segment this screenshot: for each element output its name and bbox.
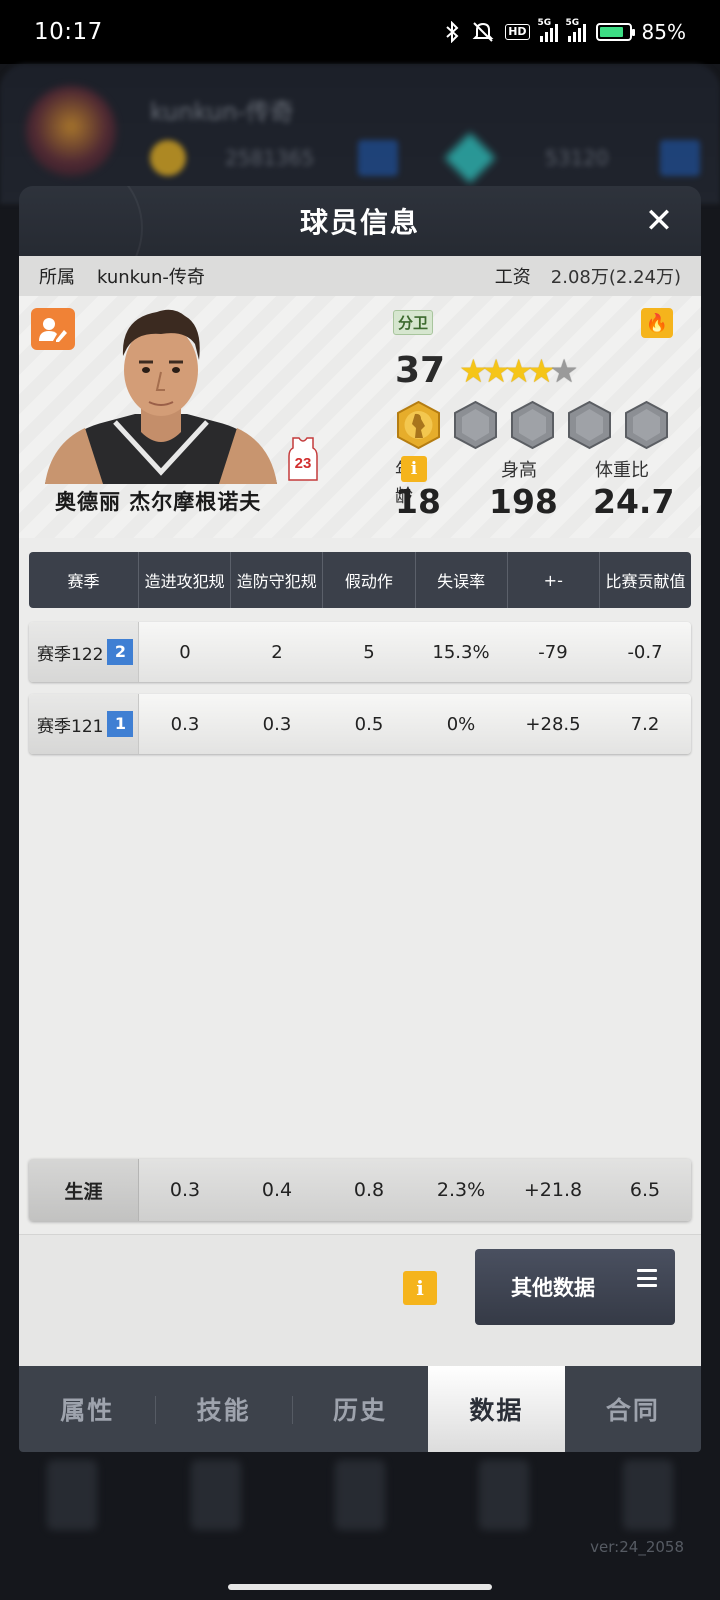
- player-info-modal: 球员信息 ✕ 所属 kunkun-传奇 工资 2.08万(2.24万) 23 奥…: [19, 186, 701, 1452]
- table-cell: 2: [271, 641, 283, 663]
- home-indicator[interactable]: [228, 1584, 492, 1590]
- tab-data[interactable]: 数据: [428, 1366, 565, 1452]
- modal-body: 所属 kunkun-传奇 工资 2.08万(2.24万) 23 奥德丽 杰尔摩根…: [19, 256, 701, 1366]
- season-number-badge: 2: [107, 639, 134, 665]
- battery-icon: [595, 23, 635, 41]
- age-value: 18: [395, 482, 441, 521]
- other-data-label: 其他数据: [511, 1276, 595, 1300]
- mute-icon: [471, 20, 495, 44]
- table-cell: 5: [363, 641, 375, 663]
- star-empty-icon: ★: [549, 352, 579, 390]
- career-cell: +21.8: [523, 1179, 583, 1201]
- table-header-cell: 假动作: [323, 552, 416, 608]
- jersey-icon: 23: [288, 437, 318, 481]
- table-header-cell: 造进攻犯规: [139, 552, 232, 608]
- close-icon[interactable]: ✕: [639, 201, 679, 241]
- status-icons: HD 5G 5G 85%: [443, 18, 686, 44]
- team-logo-icon: [26, 86, 116, 176]
- salary-value: 2.08万(2.24万): [550, 267, 681, 288]
- height-value: 198: [489, 482, 558, 521]
- skill-slot-locked-icon[interactable]: [623, 400, 670, 450]
- tab-skills[interactable]: 技能: [155, 1366, 291, 1452]
- table-cell: 7.2: [630, 713, 660, 735]
- table-cell: 0: [179, 641, 191, 663]
- weight-ratio-label: 体重比: [595, 460, 649, 481]
- player-card: 23 奥德丽 杰尔摩根诺夫 分卫 🔥 37 ★ ★ ★ ★ ★ 龄 i 身高 体…: [19, 296, 701, 538]
- skill-slot-locked-icon[interactable]: [509, 400, 556, 450]
- table-cell: 0.3: [262, 713, 292, 735]
- status-time: 10:17: [34, 19, 103, 45]
- modal-footer: i 其他数据: [19, 1234, 701, 1366]
- signal-icon-1: 5G: [538, 18, 558, 42]
- status-bar: 10:17 HD 5G 5G 85%: [0, 0, 720, 64]
- table-cell: +28.5: [525, 713, 581, 735]
- table-cell: -0.7: [627, 641, 663, 663]
- background-team-name: kunkun-传奇: [150, 98, 294, 126]
- table-cell: 0.3: [170, 713, 200, 735]
- table-header-cell: 赛季: [29, 552, 139, 608]
- overall-rating: 37: [395, 350, 446, 391]
- background-gems: 53120: [545, 146, 609, 170]
- fire-icon[interactable]: 🔥: [641, 308, 673, 338]
- tab-attributes[interactable]: 属性: [19, 1366, 155, 1452]
- add-coins-button: [358, 140, 398, 176]
- modal-title: 球员信息: [299, 206, 420, 239]
- tab-contract[interactable]: 合同: [565, 1366, 701, 1452]
- table-cell: 0.5: [354, 713, 384, 735]
- salary-label: 工资: [494, 267, 531, 288]
- table-header-cell: +-: [508, 552, 600, 608]
- player-name: 奥德丽 杰尔摩根诺夫: [55, 490, 262, 514]
- career-label: 生涯: [29, 1159, 139, 1221]
- season-cell: 赛季121 1: [29, 694, 139, 754]
- menu-icon: [637, 1269, 657, 1287]
- signal-icon-2: 5G: [566, 18, 586, 42]
- table-header-cell: 失误率: [416, 552, 508, 608]
- bluetooth-icon: [443, 20, 461, 44]
- table-row[interactable]: 赛季122 2 0 2 5 15.3% -79 -0.7: [29, 622, 691, 682]
- modal-header: 球员信息 ✕: [19, 186, 701, 256]
- background-coins: 2581365: [225, 146, 315, 170]
- skill-slots: [395, 400, 670, 450]
- position-badge: 分卫: [393, 310, 434, 335]
- skill-badge-icon[interactable]: [395, 400, 442, 450]
- age-info-icon[interactable]: i: [401, 456, 427, 482]
- career-row: 生涯 0.3 0.4 0.8 2.3% +21.8 6.5: [29, 1159, 691, 1221]
- season-number-badge: 1: [107, 711, 134, 737]
- skill-slot-locked-icon[interactable]: [452, 400, 499, 450]
- career-cell: 2.3%: [436, 1179, 486, 1201]
- club-label: 所属: [39, 267, 75, 288]
- table-cell: -79: [538, 641, 568, 663]
- weight-ratio-value: 24.7: [593, 482, 675, 521]
- club-salary-row: 所属 kunkun-传奇 工资 2.08万(2.24万): [19, 256, 701, 296]
- table-row[interactable]: 赛季121 1 0.3 0.3 0.5 0% +28.5 7.2: [29, 694, 691, 754]
- version-label: ver:24_2058: [590, 1538, 684, 1556]
- stats-table: 赛季 造进攻犯规 造防守犯规 假动作 失误率 +- 比赛贡献值 赛季122 2 …: [29, 552, 691, 754]
- career-cell: 6.5: [629, 1179, 661, 1201]
- info-icon[interactable]: i: [403, 1271, 437, 1305]
- career-cell: 0.8: [353, 1179, 385, 1201]
- svg-text:23: 23: [295, 455, 312, 472]
- season-cell: 赛季122 2: [29, 622, 139, 682]
- tab-bar: 属性 技能 历史 数据 合同: [19, 1366, 701, 1452]
- coin-icon: [150, 140, 186, 176]
- height-label: 身高: [501, 460, 537, 481]
- player-portrait: [45, 309, 277, 484]
- club-name: kunkun-传奇: [97, 267, 205, 288]
- career-cell: 0.3: [169, 1179, 201, 1201]
- tab-history[interactable]: 历史: [291, 1366, 428, 1452]
- table-cell: 15.3%: [432, 641, 490, 663]
- hd-badge: HD: [505, 24, 530, 40]
- star-rating: ★ ★ ★ ★ ★: [459, 354, 578, 388]
- skill-slot-locked-icon[interactable]: [566, 400, 613, 450]
- table-cell: 0%: [446, 713, 476, 735]
- add-gems-button: [660, 140, 700, 176]
- other-data-button[interactable]: 其他数据: [475, 1249, 675, 1325]
- table-header-cell: 比赛贡献值: [605, 572, 686, 591]
- battery-percent: 85%: [641, 20, 686, 44]
- table-header: 赛季 造进攻犯规 造防守犯规 假动作 失误率 +- 比赛贡献值: [29, 552, 691, 608]
- career-cell: 0.4: [261, 1179, 293, 1201]
- table-header-cell: 造防守犯规: [231, 552, 324, 608]
- background-bottom-nav: [0, 1440, 720, 1550]
